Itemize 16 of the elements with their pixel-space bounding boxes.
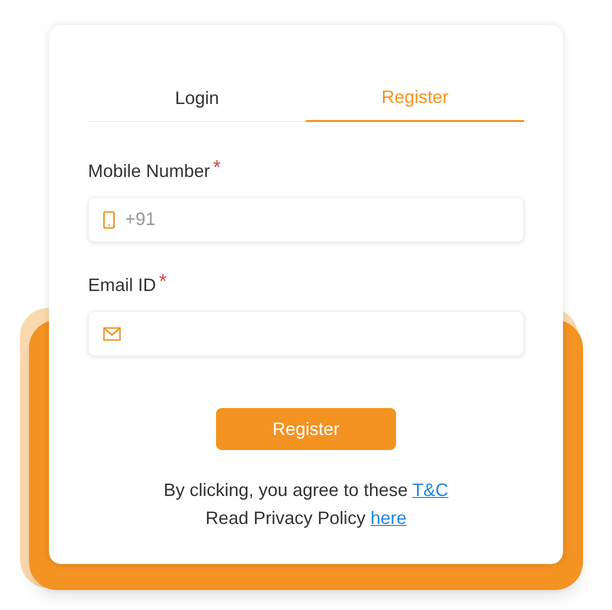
register-button[interactable]: Register [216, 408, 396, 450]
notice-text: By clicking, you agree to these T&C [164, 479, 448, 502]
field-label: Mobile Number [88, 160, 210, 183]
notice-text: Read Privacy Policy here [205, 507, 407, 530]
required-mark: * [213, 158, 221, 178]
phone-icon [103, 210, 115, 228]
placeholder-text[interactable]: +91 [125, 206, 509, 233]
tab[interactable]: Login [88, 75, 306, 122]
phone-field[interactable]: +91 [88, 197, 524, 242]
link[interactable]: here [370, 508, 407, 528]
field-label: Email ID [88, 274, 156, 297]
link[interactable]: T&C [412, 480, 448, 500]
email-field[interactable] [88, 311, 524, 356]
tab[interactable]: Register [306, 75, 524, 122]
required-mark: * [159, 272, 167, 292]
envelope-icon [103, 326, 121, 340]
